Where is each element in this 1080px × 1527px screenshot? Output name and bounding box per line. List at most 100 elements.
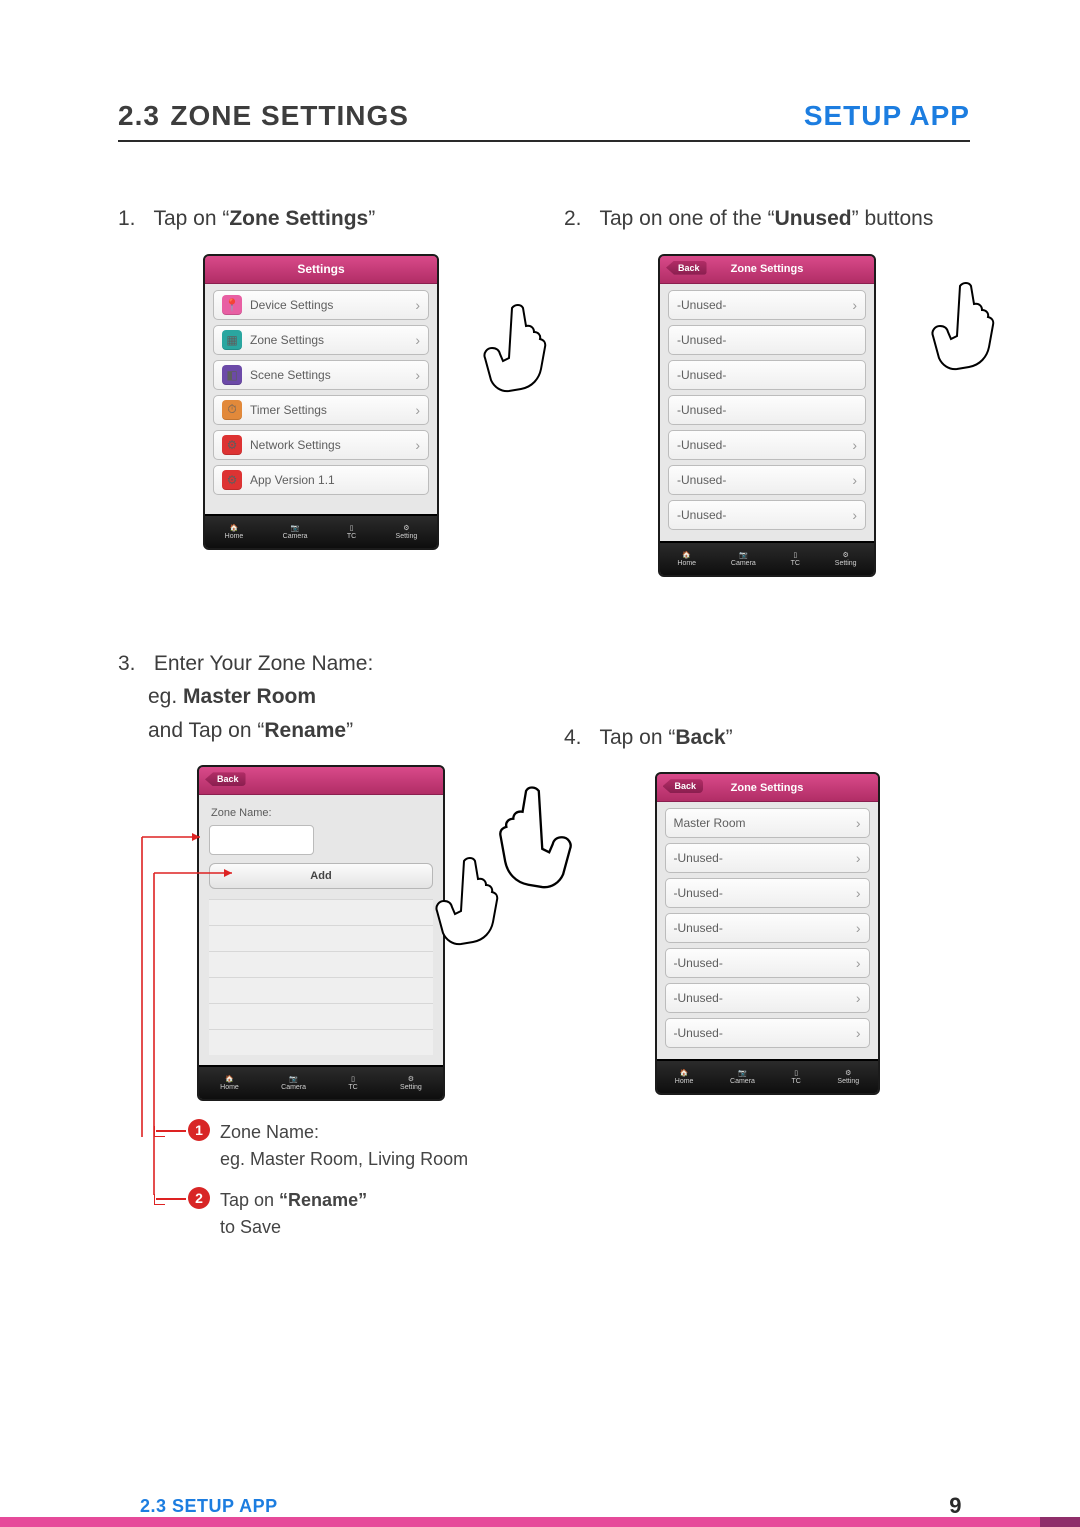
settings-row-scene[interactable]: ◧Scene Settings›	[213, 360, 429, 390]
chevron-right-icon: ›	[856, 815, 861, 831]
step-2-caption: 2. Tap on one of the “Unused” buttons	[564, 202, 970, 236]
tab-tc[interactable]: ▯TC	[792, 1069, 801, 1085]
gear-icon: ⚙	[408, 1075, 414, 1083]
footer-left: 2.3 SETUP APP	[140, 1496, 278, 1517]
phone-tabbar: 🏠Home 📷Camera ▯TC ⚙Setting	[199, 1065, 443, 1099]
section-heading: 2.3 ZONE SETTINGS	[118, 100, 409, 132]
zone-row-unused[interactable]: -Unused-	[668, 360, 866, 390]
tab-tc[interactable]: ▯TC	[348, 1075, 357, 1091]
zone-row-master[interactable]: Master Room›	[665, 808, 870, 838]
remote-icon: ▯	[793, 551, 797, 559]
pin-icon: 📍	[222, 295, 242, 315]
chevron-right-icon: ›	[415, 367, 420, 383]
section-title: ZONE SETTINGS	[170, 100, 409, 131]
remote-icon: ▯	[351, 1075, 355, 1083]
step-2: 2. Tap on one of the “Unused” buttons Ba…	[564, 202, 970, 577]
note-2: 2 Tap on “Rename” to Save	[188, 1187, 524, 1241]
remote-icon: ▯	[350, 524, 354, 532]
zone-row-unused[interactable]: -Unused-›	[668, 430, 866, 460]
zone-icon: ▦	[222, 330, 242, 350]
home-icon: 🏠	[225, 1075, 234, 1083]
gear-icon: ⚙	[845, 1069, 851, 1077]
phone-titlebar: Back	[199, 767, 443, 795]
zone-row-unused[interactable]: -Unused-›	[665, 948, 870, 978]
back-button[interactable]: Back	[666, 261, 707, 275]
tab-camera[interactable]: 📷Camera	[281, 1075, 306, 1091]
zone-row-unused[interactable]: -Unused-›	[665, 878, 870, 908]
tab-camera[interactable]: 📷Camera	[283, 524, 308, 540]
phone-settings: Settings 📍Device Settings› ▦Zone Setting…	[203, 254, 439, 550]
zone-row-unused[interactable]: -Unused-›	[668, 500, 866, 530]
phone-titlebar: Settings	[205, 256, 437, 284]
footer-accent-bar	[0, 1517, 1080, 1527]
settings-row-device[interactable]: 📍Device Settings›	[213, 290, 429, 320]
back-button[interactable]: Back	[205, 772, 246, 786]
header-divider	[118, 140, 970, 142]
pointing-hand-icon	[482, 302, 552, 397]
zone-row-unused[interactable]: -Unused-›	[665, 913, 870, 943]
chevron-right-icon: ›	[856, 1025, 861, 1041]
phone-zone-list-renamed: Back Zone Settings Master Room› -Unused-…	[655, 772, 880, 1095]
tab-setting[interactable]: ⚙Setting	[396, 524, 418, 540]
chevron-right-icon: ›	[852, 297, 857, 313]
chevron-right-icon: ›	[415, 297, 420, 313]
remote-icon: ▯	[794, 1069, 798, 1077]
chevron-right-icon: ›	[856, 885, 861, 901]
zone-row-unused[interactable]: -Unused-	[668, 325, 866, 355]
phone-tabbar: 🏠Home 📷Camera ▯TC ⚙Setting	[205, 514, 437, 548]
chevron-right-icon: ›	[415, 402, 420, 418]
zone-name-label: Zone Name:	[211, 807, 433, 819]
step-3-caption: 3. Enter Your Zone Name: eg. Master Room…	[118, 647, 524, 748]
gear-icon: ⚙	[843, 551, 849, 559]
settings-row-version[interactable]: ⚙App Version 1.1	[213, 465, 429, 495]
zone-row-unused[interactable]: -Unused-›	[668, 465, 866, 495]
step-1-phone-wrap: Settings 📍Device Settings› ▦Zone Setting…	[118, 254, 524, 550]
add-button[interactable]: Add	[209, 863, 433, 889]
step-1-caption: 1. Tap on “Zone Settings”	[118, 202, 524, 236]
tab-camera[interactable]: 📷Camera	[731, 551, 756, 567]
home-icon: 🏠	[230, 524, 239, 532]
zone-name-input[interactable]	[209, 825, 314, 855]
tab-home[interactable]: 🏠Home	[220, 1075, 239, 1091]
gear-icon: ⚙	[222, 470, 242, 490]
camera-icon: 📷	[289, 1075, 298, 1083]
bullet-1-icon: 1	[188, 1119, 210, 1141]
step-4-caption: 4. Tap on “Back”	[564, 721, 970, 755]
empty-rows	[209, 899, 433, 1055]
section-number: 2.3	[118, 100, 160, 131]
tab-home[interactable]: 🏠Home	[677, 551, 696, 567]
zone-row-unused[interactable]: -Unused-›	[665, 1018, 870, 1048]
tab-setting[interactable]: ⚙Setting	[400, 1075, 422, 1091]
phone-zone-list: Back Zone Settings -Unused-› -Unused- -U…	[658, 254, 876, 577]
zone-row-unused[interactable]: -Unused-›	[668, 290, 866, 320]
chevron-right-icon: ›	[856, 920, 861, 936]
phone-title: Zone Settings	[731, 782, 804, 794]
zone-row-unused[interactable]: -Unused-	[668, 395, 866, 425]
settings-row-network[interactable]: ⚙Network Settings›	[213, 430, 429, 460]
phone-rename: Back Zone Name: Add 🏠Home 📷Camera ▯TC	[197, 765, 445, 1101]
zone-row-unused[interactable]: -Unused-›	[665, 843, 870, 873]
zone-row-unused[interactable]: -Unused-›	[665, 983, 870, 1013]
tab-home[interactable]: 🏠Home	[675, 1069, 694, 1085]
tab-tc[interactable]: ▯TC	[791, 551, 800, 567]
tab-setting[interactable]: ⚙Setting	[835, 551, 857, 567]
settings-row-zone[interactable]: ▦Zone Settings›	[213, 325, 429, 355]
chevron-right-icon: ›	[856, 990, 861, 1006]
step-3-phone-wrap: Back Zone Name: Add 🏠Home 📷Camera ▯TC	[118, 765, 524, 1101]
scene-icon: ◧	[222, 365, 242, 385]
chevron-right-icon: ›	[852, 507, 857, 523]
phone-titlebar: Back Zone Settings	[660, 256, 874, 284]
chevron-right-icon: ›	[852, 472, 857, 488]
tab-camera[interactable]: 📷Camera	[730, 1069, 755, 1085]
chevron-right-icon: ›	[415, 437, 420, 453]
camera-icon: 📷	[738, 1069, 747, 1077]
step-4: 4. Tap on “Back” Back Zone Settings Mast…	[564, 647, 970, 1256]
settings-row-timer[interactable]: ⏱Timer Settings›	[213, 395, 429, 425]
tab-setting[interactable]: ⚙Setting	[837, 1069, 859, 1085]
camera-icon: 📷	[739, 551, 748, 559]
chevron-right-icon: ›	[856, 955, 861, 971]
bullet-2-icon: 2	[188, 1187, 210, 1209]
tab-tc[interactable]: ▯TC	[347, 524, 356, 540]
tab-home[interactable]: 🏠Home	[225, 524, 244, 540]
back-button[interactable]: Back	[663, 779, 704, 793]
